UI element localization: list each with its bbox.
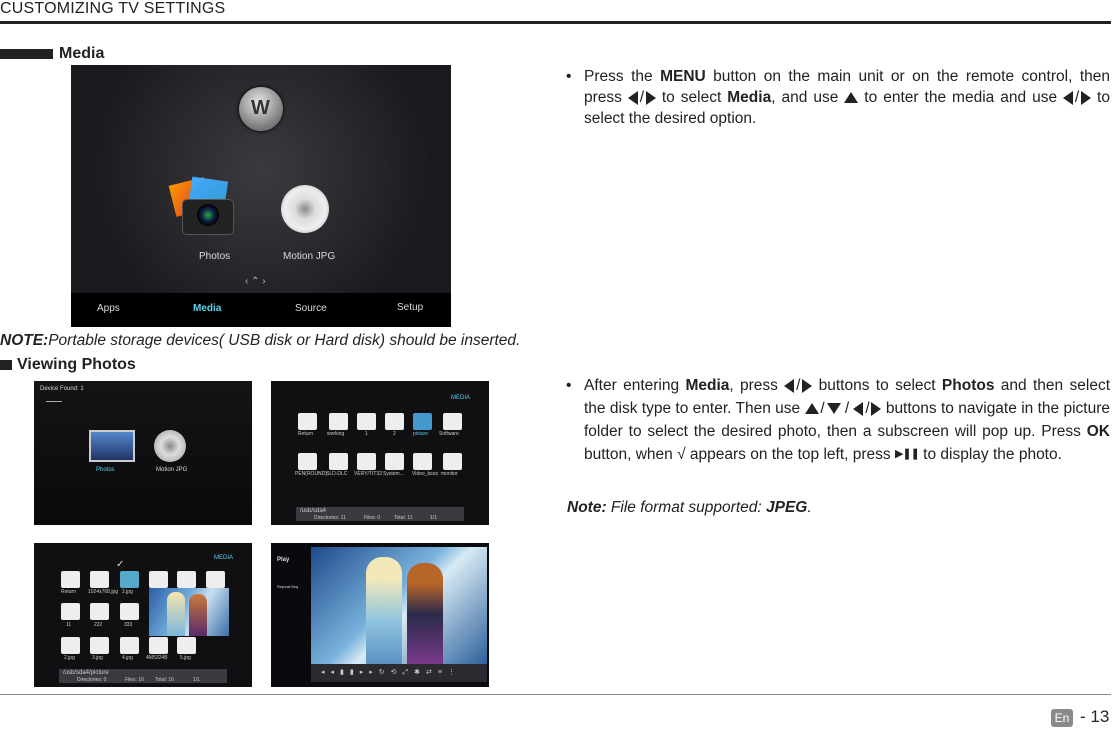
right-arrow-icon [802, 378, 813, 393]
file-tile[interactable] [90, 637, 109, 654]
photo-preview [149, 588, 229, 636]
file-tile[interactable] [149, 637, 168, 654]
right-arrow-icon [871, 401, 882, 416]
file-tile[interactable] [120, 603, 139, 620]
control-icons[interactable]: ◂◂▮▮▸▸↻⟲⤢✱⇄≡⋮ [321, 668, 461, 677]
right-arrow-icon [1081, 90, 1092, 105]
photos-item[interactable]: Photos [96, 467, 115, 473]
play-pause-icon: ▶❚❚ [894, 448, 920, 461]
folder-tile[interactable] [385, 413, 404, 430]
up-arrow-icon [844, 92, 859, 104]
folder-tile[interactable] [443, 453, 462, 470]
note-format: Note: File format supported: JPEG. [567, 499, 812, 516]
path-label: /usb/sda4 [300, 508, 327, 514]
note-storage: NOTE:Portable storage devices( USB disk … [0, 332, 521, 349]
folder-tile[interactable] [413, 453, 432, 470]
photo-display [311, 547, 487, 665]
footer-rule [0, 694, 1111, 695]
folder-tile[interactable] [385, 453, 404, 470]
media-screenshot: W Photos Motion JPG ‹ ⌃ › Apps Media Sou… [71, 65, 451, 327]
left-arrow-icon [627, 90, 638, 105]
photos-instructions: • After entering Media, press / buttons t… [566, 374, 1110, 466]
section-media-heading: Media [0, 45, 104, 63]
folder-tile[interactable] [329, 413, 348, 430]
media-label: MEDIA [214, 555, 234, 561]
right-arrow-icon [645, 90, 656, 105]
file-tile[interactable] [177, 637, 196, 654]
folder-tile-selected[interactable] [413, 413, 432, 430]
file-tile-selected[interactable] [120, 571, 139, 588]
file-tile[interactable] [120, 637, 139, 654]
folder-tile[interactable] [298, 413, 317, 430]
file-tile[interactable] [61, 637, 80, 654]
path-label: /usb/sda4/picture [63, 670, 109, 676]
status-bar: /usb/sda4/picture Directories: 0 Files: … [59, 669, 227, 683]
section-photos-heading: Viewing Photos [0, 356, 136, 374]
motion-jpg-item[interactable]: Motion JPG [156, 467, 187, 473]
left-arrow-icon [853, 401, 864, 416]
media-menu-bar: Apps Media Source Setup [71, 293, 451, 327]
section-bar [0, 48, 53, 59]
folder-screenshot: MEDIA Return working 1 2 picture Softwar… [271, 381, 489, 525]
file-tile[interactable] [90, 571, 109, 588]
file-tile[interactable] [61, 571, 80, 588]
media-item-photos[interactable]: Photos [199, 251, 230, 262]
device-screenshot: Device Found: 1 Photos Motion JPG [34, 381, 252, 525]
up-arrow-icon [804, 403, 819, 415]
media-item-motion-jpg[interactable]: Motion JPG [283, 251, 335, 262]
menu-setup[interactable]: Setup [397, 302, 423, 313]
folder-tile[interactable] [443, 413, 462, 430]
media-label: MEDIA [451, 395, 471, 401]
menu-apps[interactable]: Apps [97, 303, 120, 314]
play-label: Play [277, 557, 290, 563]
page-header: CUSTOMIZING TV SETTINGS [0, 0, 226, 17]
page-number: - 13 [1080, 707, 1110, 726]
status-bar: /usb/sda4 Directories: 11 Files: 0 Total… [296, 507, 464, 521]
repeat-label: Repeat:Seq [277, 584, 299, 589]
play-panel [271, 543, 311, 687]
figure-right [407, 563, 443, 665]
language-badge: En [1051, 709, 1073, 727]
file-tile[interactable] [149, 571, 168, 588]
file-tile[interactable] [90, 603, 109, 620]
menu-key: MENU [660, 68, 706, 85]
left-arrow-icon [1063, 90, 1074, 105]
playback-controls: ◂◂▮▮▸▸↻⟲⤢✱⇄≡⋮ [311, 664, 487, 682]
figure-left [366, 557, 402, 665]
menu-media[interactable]: Media [193, 303, 221, 314]
folder-tile[interactable] [357, 413, 376, 430]
media-instructions: • Press the MENU button on the main unit … [566, 68, 1110, 127]
down-arrow-icon [826, 403, 841, 415]
menu-source[interactable]: Source [295, 303, 327, 314]
usb-icon [46, 401, 62, 407]
chevron-left-right-icon: ‹ ⌃ › [245, 276, 266, 287]
photo-play-screenshot: Play Repeat:Seq ◂◂▮▮▸▸↻⟲⤢✱⇄≡⋮ [271, 543, 489, 687]
file-tile[interactable] [206, 571, 225, 588]
file-tile[interactable] [177, 571, 196, 588]
picture-folder-screenshot: MEDIA ✓ Return 1024x768.jpg 2.jpg 11 222… [34, 543, 252, 687]
section-square [0, 359, 12, 370]
bullet: • [566, 68, 572, 85]
checkmark-icon: ✓ [116, 559, 125, 570]
motion-jpg-icon [281, 185, 329, 233]
photos-icon [166, 176, 238, 237]
folder-tile[interactable] [357, 453, 376, 470]
westinghouse-logo: W [239, 87, 283, 131]
motion-jpg-icon [154, 430, 186, 462]
file-tile[interactable] [61, 603, 80, 620]
folder-tile[interactable] [298, 453, 317, 470]
header-rule [0, 21, 1111, 24]
photos-icon [89, 430, 135, 462]
folder-tile[interactable] [329, 453, 348, 470]
bullet: • [566, 377, 572, 394]
device-found-label: Device Found: 1 [40, 386, 84, 392]
section-photos-title: Viewing Photos [17, 356, 136, 373]
left-arrow-icon [784, 378, 795, 393]
section-media-title: Media [59, 45, 105, 62]
